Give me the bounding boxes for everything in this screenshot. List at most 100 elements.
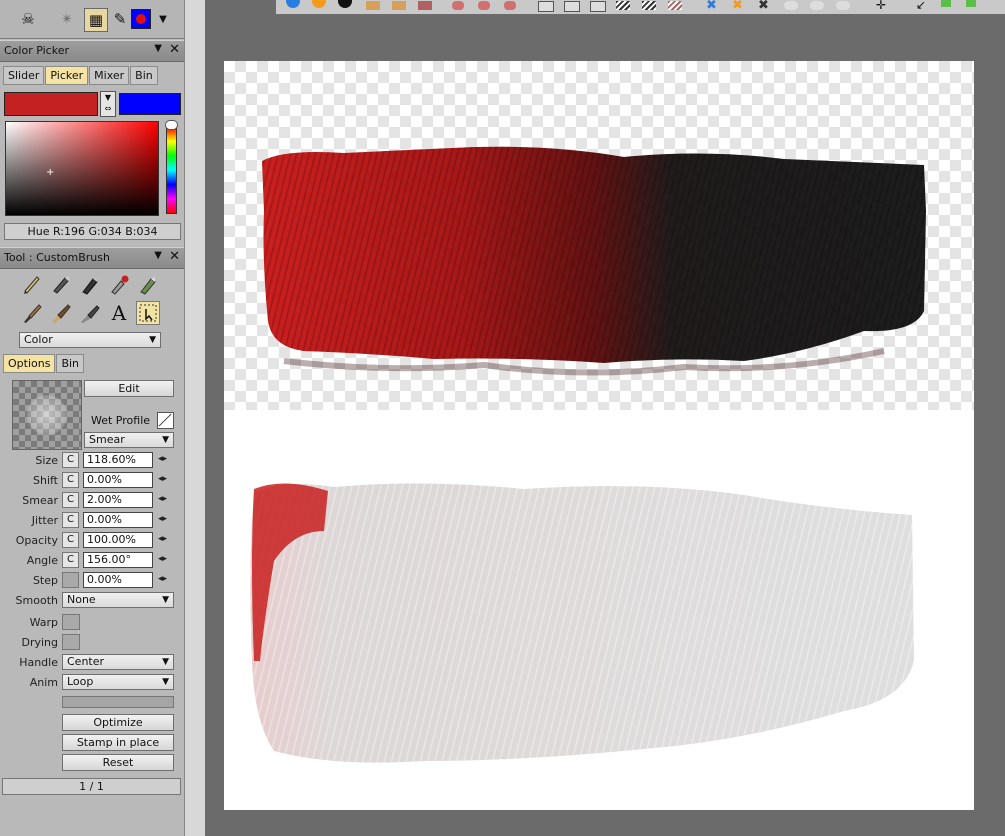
brush-tool-icon[interactable] — [20, 301, 44, 325]
eraser-preset-icon[interactable] — [504, 1, 516, 10]
opacity-stepper-icon[interactable]: ◂▸ — [158, 534, 167, 544]
wet-profile-label: Wet Profile — [91, 414, 151, 427]
handle-select[interactable]: Center ▼ — [62, 654, 174, 670]
tab-mixer[interactable]: Mixer — [89, 66, 130, 85]
tab-options[interactable]: Options — [3, 354, 56, 373]
size-input[interactable]: 118.60% — [83, 452, 153, 468]
chevron-down-icon[interactable]: ▼ — [154, 43, 162, 54]
step-input[interactable]: 0.00% — [83, 572, 153, 588]
pencil-tool-icon[interactable] — [20, 272, 44, 296]
close-icon[interactable]: ✕ — [169, 249, 180, 264]
tab-bin[interactable]: Bin — [130, 66, 158, 85]
angle-input[interactable]: 156.00° — [83, 552, 153, 568]
tab-bin[interactable]: Bin — [56, 354, 85, 373]
crayon-tool-icon[interactable] — [136, 272, 160, 296]
eyedropper-icon[interactable]: ✎ — [109, 8, 131, 30]
orange-x-icon[interactable]: ✖ — [732, 0, 743, 13]
smear-input[interactable]: 2.00% — [83, 492, 153, 508]
step-checkbox[interactable] — [62, 572, 79, 588]
scatter-brush-icon[interactable]: ✴ — [56, 8, 78, 30]
brush-preset-icon[interactable] — [366, 1, 380, 10]
brush-preset-icon[interactable] — [418, 1, 432, 10]
secondary-color-swatch[interactable] — [119, 93, 181, 115]
swap-colors-icon[interactable]: ▼ ⇔ — [100, 91, 116, 117]
brush-preview[interactable] — [12, 380, 82, 450]
shift-stepper-icon[interactable]: ◂▸ — [158, 474, 167, 484]
flat-brush-tool-icon[interactable] — [49, 301, 73, 325]
jitter-input[interactable]: 0.00% — [83, 512, 153, 528]
color-swatch-icon[interactable] — [130, 8, 152, 30]
opacity-label: Opacity — [15, 534, 58, 547]
blue-x-icon[interactable]: ✖ — [706, 0, 717, 13]
close-icon[interactable]: ✕ — [169, 42, 180, 57]
hue-slider[interactable] — [166, 126, 177, 214]
smooth-value: None — [67, 593, 96, 606]
selection-icon[interactable]: ▦ — [84, 8, 108, 32]
size-stepper-icon[interactable]: ◂▸ — [158, 454, 167, 464]
handle-label: Handle — [19, 656, 58, 669]
tab-picker[interactable]: Picker — [45, 66, 89, 85]
expand-icon[interactable]: ▼ — [152, 8, 174, 30]
chevron-down-icon[interactable]: ▼ — [154, 250, 162, 261]
optimize-button[interactable]: Optimize — [62, 714, 174, 731]
size-curve-button[interactable]: C — [62, 452, 79, 468]
eraser-preset-icon[interactable] — [452, 1, 464, 10]
smooth-label: Smooth — [15, 594, 58, 607]
shift-input[interactable]: 0.00% — [83, 472, 153, 488]
smear-stepper-icon[interactable]: ◂▸ — [158, 494, 167, 504]
custom-brush-tool-icon[interactable] — [136, 301, 160, 325]
jitter-curve-button[interactable]: C — [62, 512, 79, 528]
pen-tool-icon[interactable] — [49, 272, 73, 296]
smudge-icon[interactable] — [810, 1, 824, 10]
green-plus-icon[interactable] — [941, 0, 951, 7]
pattern-icon[interactable] — [616, 1, 630, 10]
green-plus-icon[interactable] — [966, 0, 976, 7]
top-tool-strip: ☠ ✴ ▦ ✎ ▼ — [0, 0, 184, 39]
orange-paint-icon[interactable] — [312, 0, 326, 8]
tab-slider[interactable]: Slider — [3, 66, 45, 85]
airbrush-tool-icon[interactable] — [107, 272, 131, 296]
black-x-icon[interactable]: ✖ — [758, 0, 769, 13]
brush-preset-icon[interactable] — [392, 1, 406, 10]
layer-icon[interactable] — [538, 1, 554, 12]
drawing-canvas[interactable] — [224, 61, 974, 810]
blue-paint-icon[interactable] — [286, 0, 300, 8]
hue-slider-handle[interactable] — [165, 120, 178, 130]
angle-stepper-icon[interactable]: ◂▸ — [158, 554, 167, 564]
shift-curve-button[interactable]: C — [62, 472, 79, 488]
marker-tool-icon[interactable] — [78, 272, 102, 296]
smooth-select[interactable]: None ▼ — [62, 592, 174, 608]
warp-checkbox[interactable] — [62, 614, 80, 630]
angle-curve-button[interactable]: C — [62, 552, 79, 568]
stamp-in-place-button[interactable]: Stamp in place — [62, 734, 174, 751]
jitter-stepper-icon[interactable]: ◂▸ — [158, 514, 167, 524]
pattern-icon[interactable] — [642, 1, 656, 10]
smudge-icon[interactable] — [836, 1, 850, 10]
brush-mode-select[interactable]: Smear ▼ — [84, 432, 174, 448]
wet-profile-curve[interactable] — [157, 412, 174, 429]
opacity-input[interactable]: 100.00% — [83, 532, 153, 548]
step-stepper-icon[interactable]: ◂▸ — [158, 574, 167, 584]
smudge-icon[interactable] — [784, 1, 798, 10]
crosshair-icon[interactable]: ✛ — [876, 0, 886, 12]
anim-select[interactable]: Loop ▼ — [62, 674, 174, 690]
opacity-curve-button[interactable]: C — [62, 532, 79, 548]
primary-color-swatch[interactable] — [4, 92, 98, 116]
mode-select[interactable]: Color ▼ — [19, 332, 161, 348]
layer-icon[interactable] — [590, 1, 606, 12]
layer-icon[interactable] — [564, 1, 580, 12]
edit-button[interactable]: Edit — [84, 380, 174, 397]
black-paint-icon[interactable] — [338, 0, 352, 8]
drying-checkbox[interactable] — [62, 634, 80, 650]
picker-crosshair[interactable]: + — [46, 167, 54, 178]
skull-icon[interactable]: ☠ — [17, 8, 39, 30]
smear-curve-button[interactable]: C — [62, 492, 79, 508]
reset-button[interactable]: Reset — [62, 754, 174, 771]
text-tool-icon[interactable]: A — [107, 301, 131, 325]
arrow-icon[interactable]: ↙ — [916, 0, 926, 12]
pattern-icon[interactable] — [668, 1, 682, 10]
smear-tool-icon[interactable] — [78, 301, 102, 325]
eraser-preset-icon[interactable] — [478, 1, 490, 10]
saturation-value-field[interactable]: + — [5, 121, 159, 216]
panel-splitter[interactable] — [184, 0, 206, 836]
